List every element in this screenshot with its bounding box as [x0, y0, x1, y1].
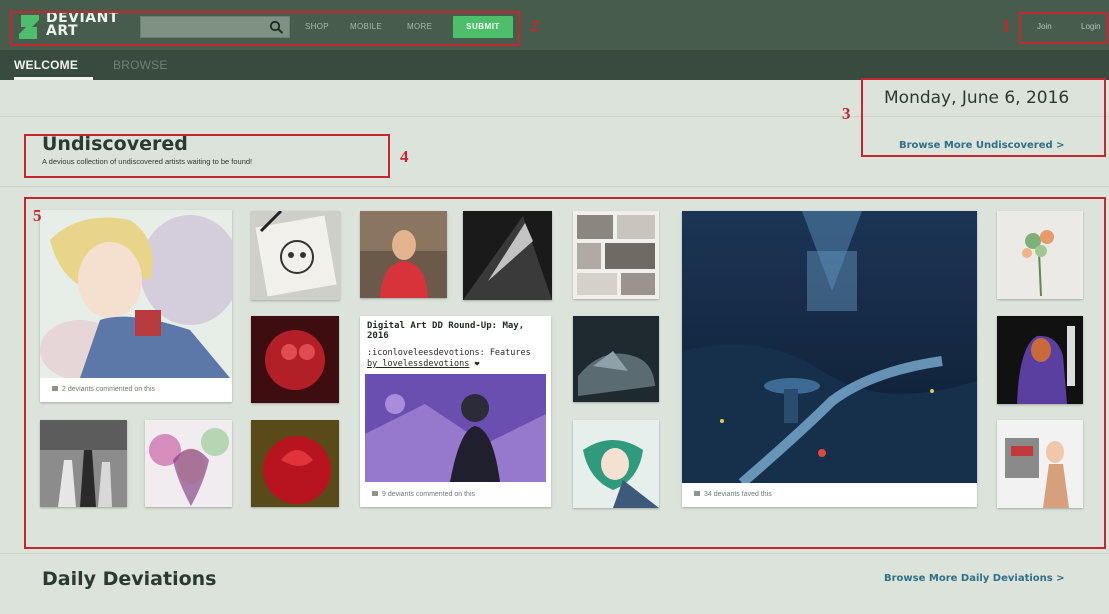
- annotation-box-1: [1019, 12, 1108, 44]
- tab-browse[interactable]: BROWSE: [113, 58, 168, 72]
- annotation-number-3: 3: [842, 104, 851, 123]
- tab-welcome[interactable]: WELCOME: [14, 58, 78, 72]
- annotation-number-2: 2: [530, 16, 539, 35]
- annotation-box-5: [24, 197, 1106, 549]
- browse-more-daily-deviations-link[interactable]: Browse More Daily Deviations >: [884, 573, 1065, 584]
- active-tab-indicator: [14, 77, 93, 80]
- annotation-number-1: 1: [1002, 16, 1011, 35]
- daily-deviations-title: Daily Deviations: [42, 568, 217, 590]
- annotation-box-4: [24, 134, 390, 178]
- annotation-number-4: 4: [400, 147, 409, 166]
- annotation-number-5: 5: [33, 206, 42, 225]
- divider: [0, 186, 1109, 187]
- annotation-box-2: [10, 11, 520, 46]
- annotation-box-3: [861, 78, 1106, 157]
- divider: [0, 553, 1109, 554]
- section-tabs: WELCOME BROWSE: [0, 50, 1109, 80]
